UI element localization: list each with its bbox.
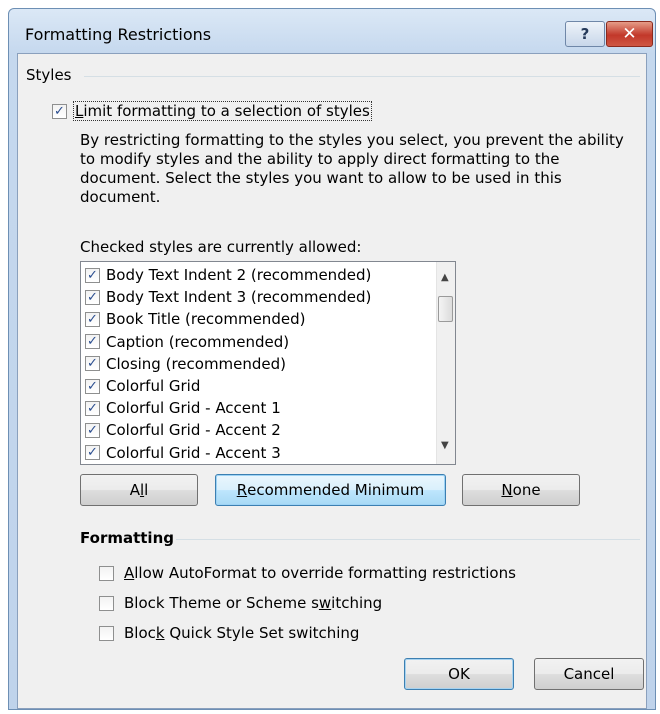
style-list-item[interactable]: ✓ Body Text Indent 3 (recommended)	[85, 286, 371, 308]
close-button[interactable]: ✕	[606, 21, 653, 47]
limit-formatting-checkbox[interactable]: ✓	[52, 104, 67, 119]
style-list-item[interactable]: ✓ Caption (recommended)	[85, 331, 289, 353]
style-checkbox[interactable]: ✓	[85, 311, 100, 327]
scroll-up-icon[interactable]: ▲	[441, 272, 449, 283]
none-button[interactable]: None	[462, 474, 580, 506]
check-icon: ✓	[87, 378, 98, 394]
scroll-down-icon[interactable]: ▼	[441, 440, 449, 451]
all-button[interactable]: All	[80, 474, 198, 506]
style-checkbox[interactable]: ✓	[85, 356, 100, 372]
list-caption: Checked styles are currently allowed:	[80, 238, 362, 256]
check-icon: ✓	[87, 422, 98, 438]
scroll-thumb[interactable]	[438, 296, 453, 322]
check-icon: ✓	[87, 445, 98, 461]
dialog-body: Styles ✓ Limit formatting to a selection…	[17, 53, 647, 709]
style-checkbox[interactable]: ✓	[85, 267, 100, 283]
check-icon: ✓	[87, 334, 98, 350]
ok-button[interactable]: OK	[404, 658, 514, 690]
restriction-description: By restricting formatting to the styles …	[80, 131, 624, 206]
style-label: Closing (recommended)	[106, 354, 287, 373]
formatting-option-checkbox[interactable]	[99, 566, 114, 581]
style-list-item[interactable]: ✓ Colorful Grid	[85, 375, 200, 397]
style-label: Caption (recommended)	[106, 332, 290, 351]
style-label: Body Text Indent 2 (recommended)	[106, 266, 372, 284]
formatting-option-label[interactable]: Block Theme or Scheme switching	[124, 594, 382, 612]
formatting-option-checkbox[interactable]	[99, 596, 114, 611]
check-icon: ✓	[87, 356, 98, 372]
styles-scrollbar[interactable]: ▲ ▼	[436, 262, 455, 464]
help-icon: ?	[580, 25, 590, 43]
check-icon: ✓	[54, 104, 65, 119]
style-list-item[interactable]: ✓ Body Text Indent 2 (recommended)	[85, 264, 371, 286]
formatting-option-label[interactable]: Block Quick Style Set switching	[124, 624, 359, 642]
dialog-title: Formatting Restrictions	[25, 25, 212, 44]
recommended-minimum-button[interactable]: Recommended Minimum	[215, 474, 446, 506]
style-checkbox[interactable]: ✓	[85, 334, 100, 350]
dialog-window: Formatting Restrictions ? ✕ Styles ✓ Lim…	[8, 8, 656, 710]
help-button[interactable]: ?	[565, 21, 605, 47]
style-checkbox[interactable]: ✓	[85, 289, 100, 305]
limit-formatting-label[interactable]: Limit formatting to a selection of style…	[73, 101, 372, 121]
style-label: Body Text Indent 3 (recommended)	[106, 288, 372, 307]
title-bar: Formatting Restrictions ? ✕	[9, 9, 655, 53]
style-list-item[interactable]: ✓ Closing (recommended)	[85, 353, 286, 375]
style-list-item[interactable]: ✓ Colorful Grid - Accent 2	[85, 419, 281, 441]
check-icon: ✓	[87, 289, 98, 305]
check-icon: ✓	[87, 311, 98, 327]
style-checkbox[interactable]: ✓	[85, 400, 100, 416]
style-checkbox[interactable]: ✓	[85, 445, 100, 461]
cancel-button[interactable]: Cancel	[534, 658, 644, 690]
style-label: Colorful Grid - Accent 1	[106, 399, 281, 418]
formatting-option-checkbox[interactable]	[99, 626, 114, 641]
style-list-item[interactable]: ✓ Colorful Grid - Accent 3	[85, 442, 281, 464]
style-checkbox[interactable]: ✓	[85, 378, 100, 394]
formatting-group-label: Formatting	[80, 529, 174, 547]
style-label: Colorful Grid - Accent 2	[106, 421, 281, 440]
style-label: Colorful Grid - Accent 3	[106, 443, 281, 462]
styles-group-label: Styles	[26, 66, 72, 84]
formatting-divider	[176, 539, 640, 540]
styles-divider	[84, 76, 640, 77]
style-label: Colorful Grid	[106, 377, 201, 395]
check-icon: ✓	[87, 267, 98, 283]
style-list-item[interactable]: ✓ Colorful Grid - Accent 1	[85, 397, 281, 419]
formatting-option-label[interactable]: Allow AutoFormat to override formatting …	[124, 564, 516, 582]
check-icon: ✓	[87, 400, 98, 416]
style-list-item[interactable]: ✓ Book Title (recommended)	[85, 308, 305, 330]
style-label: Book Title (recommended)	[106, 310, 306, 329]
close-icon: ✕	[622, 24, 637, 44]
style-checkbox[interactable]: ✓	[85, 422, 100, 438]
styles-listbox[interactable]: ✓ Body Text Indent 2 (recommended) ✓ Body T…	[80, 261, 456, 465]
